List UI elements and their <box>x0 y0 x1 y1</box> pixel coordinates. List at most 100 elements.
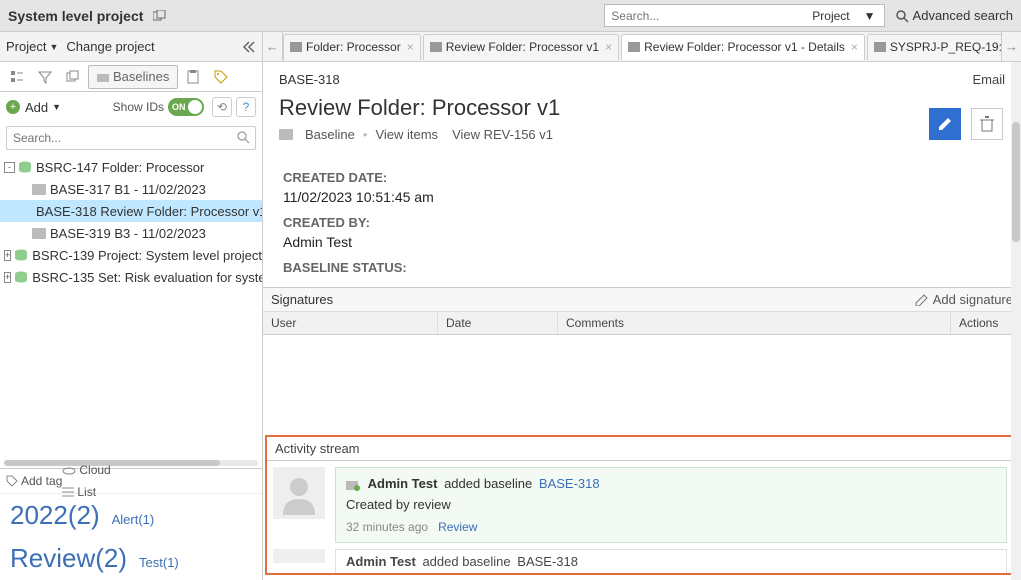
advanced-search-label: Advanced search <box>913 8 1013 23</box>
add-signature-button[interactable]: Add signature <box>915 292 1013 307</box>
clipboard-icon[interactable] <box>180 65 206 89</box>
activity-baseline-link[interactable]: BASE-318 <box>517 554 578 569</box>
activity-item: Admin Test added baseline BASE-318 Creat… <box>267 461 1013 549</box>
tag[interactable]: 2022(2) <box>10 500 100 531</box>
database-icon <box>14 271 28 283</box>
add-button[interactable]: + Add▼ <box>6 100 61 115</box>
tag-list-view[interactable]: List <box>62 485 256 499</box>
created-by-value: Admin Test <box>283 234 1001 250</box>
view-items-link[interactable]: View items <box>375 127 438 142</box>
tag[interactable]: Alert(1) <box>112 512 155 527</box>
tab[interactable]: Review Folder: Processor v1 - Details × <box>621 34 865 60</box>
avatar-icon <box>273 549 325 563</box>
tree-node-label: BASE-318 Review Folder: Processor v1 <box>36 204 262 219</box>
show-ids-label: Show IDs <box>113 100 164 114</box>
activity-header: Activity stream <box>267 437 1013 461</box>
tag-icon[interactable] <box>208 65 234 89</box>
left-toolbar: Baselines <box>0 62 262 92</box>
tab-scroll-left-icon[interactable]: ← <box>263 32 283 61</box>
versions-icon[interactable] <box>60 65 86 89</box>
expand-icon[interactable]: + <box>4 272 11 283</box>
folder-icon <box>874 42 886 52</box>
advanced-search-link[interactable]: Advanced search <box>895 8 1013 23</box>
tree-node[interactable]: BASE-318 Review Folder: Processor v1 <box>0 200 262 222</box>
baseline-status-label: BASELINE STATUS: <box>283 260 1001 275</box>
search-scope-dropdown[interactable]: Project ▼ <box>804 4 884 27</box>
page-title: Review Folder: Processor v1 <box>279 95 1005 121</box>
activity-baseline-link[interactable]: BASE-318 <box>539 476 600 491</box>
tree-view-icon[interactable] <box>4 65 30 89</box>
show-ids-toggle[interactable]: ON <box>168 98 204 116</box>
close-icon[interactable]: × <box>605 40 612 54</box>
tree-node[interactable]: - BSRC-147 Folder: Processor <box>0 156 262 178</box>
email-link[interactable]: Email <box>972 72 1005 87</box>
tree-node[interactable]: + BSRC-135 Set: Risk evaluation for syste… <box>0 266 262 288</box>
created-by-label: CREATED BY: <box>283 215 1001 230</box>
tree-node[interactable]: + BSRC-139 Project: System level project <box>0 244 262 266</box>
database-icon <box>14 249 28 261</box>
col-user[interactable]: User <box>263 312 438 334</box>
tag[interactable]: Review(2) <box>10 543 127 574</box>
activity-action: added baseline <box>444 476 532 491</box>
tab-label: SYSPRJ-P_REQ-19:Proce <box>890 40 1001 54</box>
view-rev-link[interactable]: View REV-156 v1 <box>452 127 553 142</box>
expand-icon[interactable]: + <box>4 250 11 261</box>
project-menu[interactable]: Project▼ <box>6 39 58 54</box>
tree-node-label: BASE-317 B1 - 11/02/2023 <box>50 182 206 197</box>
add-tag-button[interactable]: Add tag <box>6 474 62 488</box>
collapse-sidebar-icon[interactable] <box>242 41 256 53</box>
tree-node[interactable]: BASE-317 B1 - 11/02/2023 <box>0 178 262 200</box>
folder-icon <box>32 184 46 195</box>
refresh-icon[interactable]: ⟲ <box>212 97 232 117</box>
tabs-area: Folder: Processor×Review Folder: Process… <box>283 32 1001 61</box>
close-icon[interactable]: × <box>851 40 858 54</box>
signatures-header: Signatures <box>271 292 333 307</box>
tab[interactable]: Folder: Processor × <box>283 34 421 60</box>
tab-label: Folder: Processor <box>306 40 401 54</box>
help-icon[interactable]: ? <box>236 97 256 117</box>
tree-node-label: BSRC-139 Project: System level project <box>32 248 262 263</box>
search-scope-label: Project <box>812 9 849 23</box>
avatar-icon <box>273 467 325 519</box>
project-title: System level project <box>8 8 143 24</box>
database-icon <box>18 161 32 173</box>
tag-cloud-view[interactable]: Cloud <box>62 463 256 477</box>
vertical-scrollbar[interactable] <box>1011 62 1021 580</box>
delete-button[interactable] <box>971 108 1003 140</box>
tag-cloud: 2022(2) Alert(1) Review(2) Test(1) <box>0 494 262 580</box>
tree-node-label: BSRC-147 Folder: Processor <box>36 160 204 175</box>
left-panel: Baselines + Add▼ Show IDs ON ⟲ ? - BSRC-1… <box>0 62 263 580</box>
close-icon[interactable]: × <box>407 40 414 54</box>
second-bar: Project▼ Change project ← Folder: Proces… <box>0 32 1021 62</box>
tab-scroll-right-icon[interactable]: → <box>1001 32 1021 61</box>
edit-button[interactable] <box>929 108 961 140</box>
folder-icon <box>32 228 46 239</box>
baseline-type-label: Baseline <box>305 127 355 142</box>
tab[interactable]: Review Folder: Processor v1 × <box>423 34 619 60</box>
filter-icon[interactable] <box>32 65 58 89</box>
signatures-table-body <box>263 335 1021 435</box>
global-search-input[interactable] <box>604 4 804 27</box>
baselines-button[interactable]: Baselines <box>88 65 178 89</box>
created-date-value: 11/02/2023 10:51:45 am <box>283 189 1001 205</box>
change-project-link[interactable]: Change project <box>66 39 154 54</box>
tree-search-input[interactable] <box>6 126 256 150</box>
activity-user: Admin Test <box>346 554 416 569</box>
tree-node-label: BSRC-135 Set: Risk evaluation for system… <box>32 270 262 285</box>
tab[interactable]: SYSPRJ-P_REQ-19:Proce× <box>867 34 1001 60</box>
tag[interactable]: Test(1) <box>139 555 179 570</box>
signatures-table-header: User Date Comments Actions <box>263 312 1021 335</box>
folder-icon <box>290 42 302 52</box>
baseline-folder-icon <box>279 129 293 140</box>
col-comments[interactable]: Comments <box>558 312 951 334</box>
search-icon <box>236 130 250 144</box>
activity-review-link[interactable]: Review <box>438 520 477 534</box>
col-date[interactable]: Date <box>438 312 558 334</box>
activity-stream-section: Activity stream Admin Test added baselin… <box>265 435 1015 575</box>
tree-node-label: BASE-319 B3 - 11/02/2023 <box>50 226 206 241</box>
expand-icon[interactable]: - <box>4 162 15 173</box>
window-icon[interactable] <box>153 10 167 22</box>
tab-label: Review Folder: Processor v1 <box>446 40 599 54</box>
tree-node[interactable]: BASE-319 B3 - 11/02/2023 <box>0 222 262 244</box>
tab-label: Review Folder: Processor v1 - Details <box>644 40 845 54</box>
